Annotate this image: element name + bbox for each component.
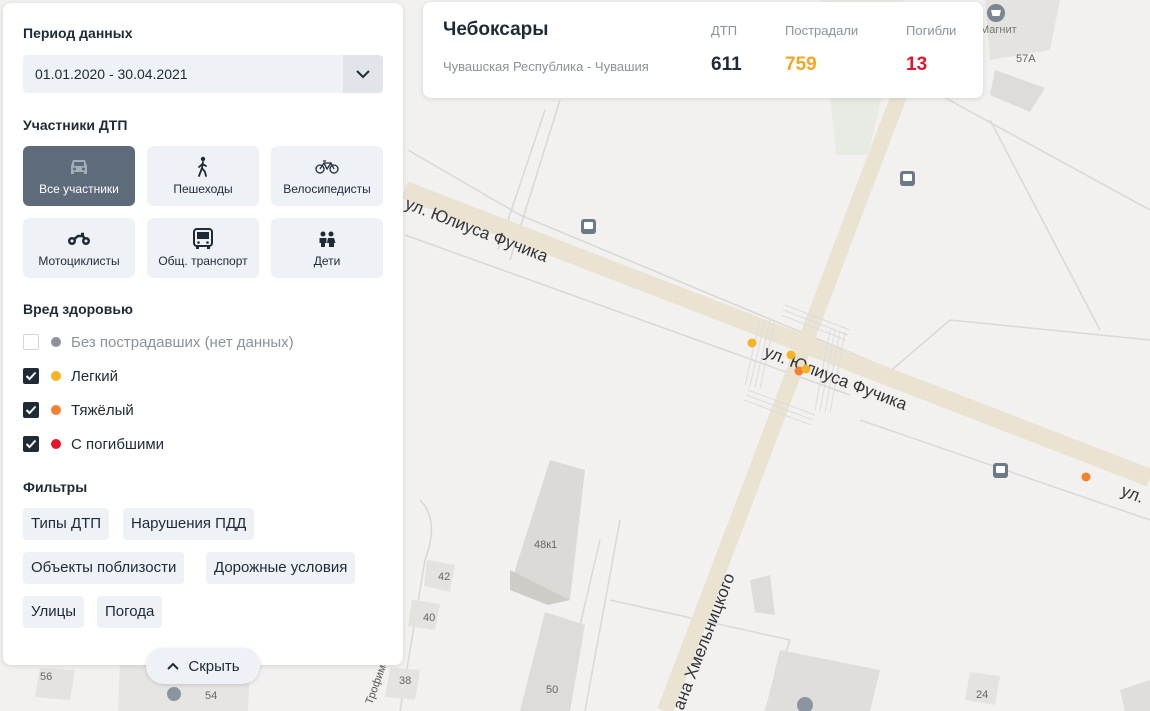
building-num: 38 [399,675,411,687]
participant-cyclists[interactable]: Велосипедисты [271,146,383,206]
checkbox[interactable] [23,436,39,452]
checkmark-icon [25,371,37,381]
participant-label: Пешеходы [173,182,233,196]
health-option-light[interactable]: Легкий [23,366,118,386]
motorcycle-icon [67,228,91,250]
building-num: 42 [438,571,450,583]
severity-dot [51,405,61,415]
building-num: 50 [546,684,558,696]
participant-label: Велосипедисты [283,182,371,196]
filter-chip-types[interactable]: Типы ДТП [23,508,110,540]
checkmark-icon [25,439,37,449]
participant-label: Дети [313,254,341,268]
bicycle-icon [315,156,339,178]
participant-all[interactable]: Все участники [23,146,135,206]
health-label: Легкий [71,367,118,385]
filters-title: Фильтры [23,479,88,495]
incident-marker-severe[interactable] [1081,472,1091,482]
hide-panel-button[interactable]: Скрыть [146,648,260,684]
health-option-severe[interactable]: Тяжёлый [23,400,134,420]
health-label: Тяжёлый [71,401,134,419]
period-value: 01.01.2020 - 30.04.2021 [35,66,188,82]
checkmark-icon [25,405,37,415]
incident-marker-light[interactable] [801,364,811,374]
hide-panel-label: Скрыть [188,657,240,675]
bus-stop-icon[interactable] [581,219,596,234]
poi-label: Магнит [980,24,1017,36]
participant-children[interactable]: Дети [271,218,383,278]
participant-label: Все участники [39,182,119,196]
severity-dot [51,337,61,347]
stat-label-accidents: ДТП [711,23,738,38]
stat-value-injured: 759 [785,54,817,75]
incident-marker-light[interactable] [786,350,796,360]
filter-chip-violations[interactable]: Нарушения ПДД [123,508,255,540]
participant-label: Мотоциклисты [38,254,120,268]
participants-title: Участники ДТП [23,117,128,133]
period-dropdown-button[interactable] [343,55,383,93]
pedestrian-icon [195,156,211,178]
severity-dot [51,439,61,449]
participant-pedestrians[interactable]: Пешеходы [147,146,259,206]
health-title: Вред здоровью [23,301,133,317]
participant-public-transport[interactable]: Общ. транспорт [147,218,259,278]
checkbox[interactable] [23,368,39,384]
health-label: С погибшими [71,435,165,453]
filter-chip-road-conditions[interactable]: Дорожные условия [206,552,356,584]
chevron-down-icon [356,70,370,79]
stat-label-killed: Погибли [906,23,957,38]
children-icon [317,228,337,250]
severity-dot [51,371,61,381]
filter-chip-weather[interactable]: Погода [97,596,163,628]
participant-motorcyclists[interactable]: Мотоциклисты [23,218,135,278]
poi-icon[interactable] [167,687,181,701]
bus-stop-icon[interactable] [993,463,1008,478]
checkbox[interactable] [23,334,39,350]
building-num: 56 [40,671,52,683]
building-num: 40 [423,612,435,624]
city-name: Чебоксары [443,19,549,40]
participant-label: Общ. транспорт [158,254,248,268]
stat-value-accidents: 611 [711,54,742,75]
filter-chip-streets[interactable]: Улицы [23,596,85,628]
checkbox[interactable] [23,402,39,418]
health-option-none[interactable]: Без пострадавших (нет данных) [23,332,294,352]
building-num: 48к1 [534,539,557,551]
stat-value-killed: 13 [906,54,928,75]
chevron-up-icon [167,662,180,670]
region-stats-card: Чебоксары Чувашская Республика - Чувашия… [423,2,983,98]
building-num: 57А [1016,53,1036,65]
filter-chip-nearby[interactable]: Объекты поблизости [23,552,185,584]
region-name: Чувашская Республика - Чувашия [443,59,649,74]
health-option-fatal[interactable]: С погибшими [23,434,164,454]
bus-icon [192,228,214,250]
building-num: 54 [205,690,217,702]
health-label: Без пострадавших (нет данных) [71,333,294,351]
building-num: 24 [976,689,988,701]
period-select[interactable]: 01.01.2020 - 30.04.2021 [23,55,383,93]
bus-stop-icon[interactable] [900,171,915,186]
car-icon [67,156,91,178]
filter-panel: Период данных 01.01.2020 - 30.04.2021 Уч… [3,3,403,665]
incident-marker-light[interactable] [747,338,757,348]
stat-label-injured: Пострадали [785,23,859,38]
period-title: Период данных [23,25,133,41]
